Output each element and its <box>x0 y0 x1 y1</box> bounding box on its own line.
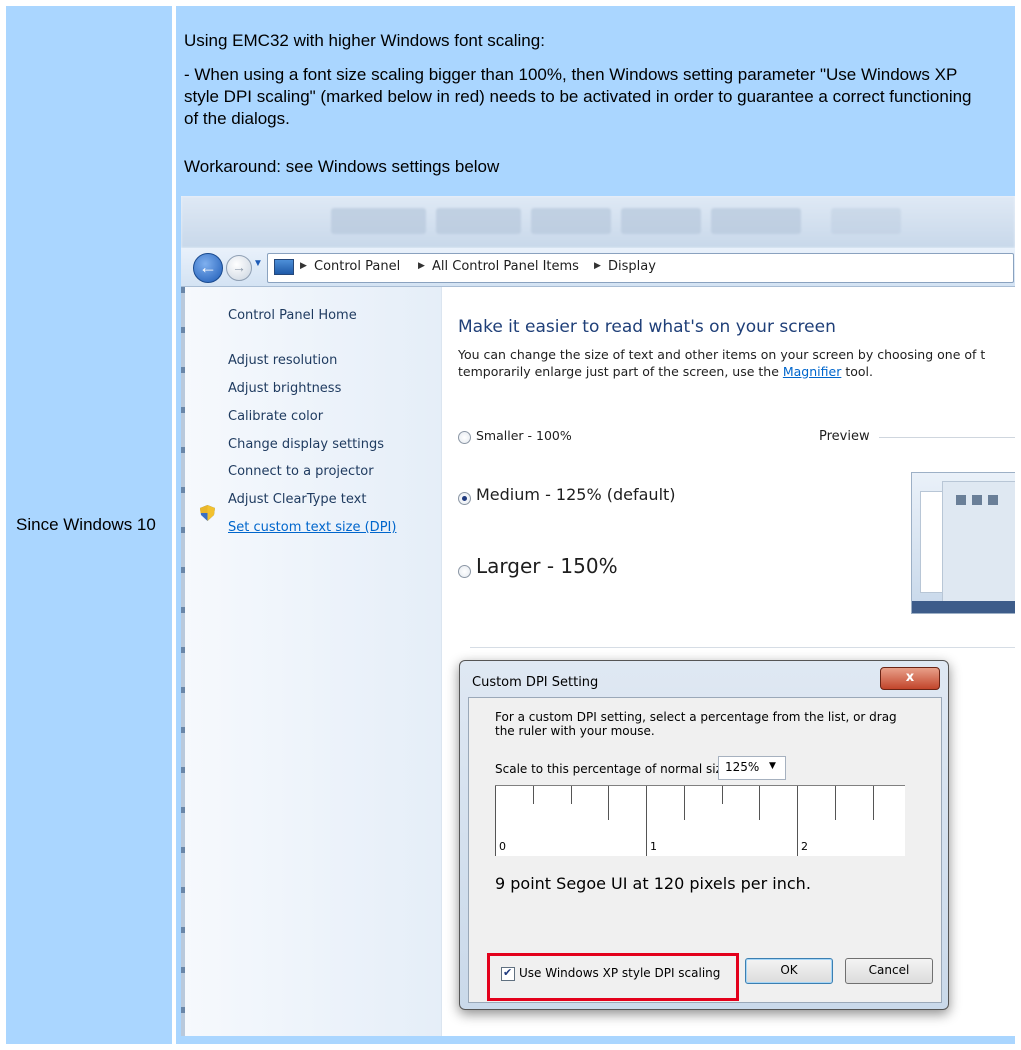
sidebar-item-adjust-cleartype[interactable]: Adjust ClearType text <box>228 492 366 507</box>
ruler-tick <box>722 786 723 804</box>
history-dropdown-icon[interactable]: ▼ <box>253 258 263 269</box>
radio-medium[interactable] <box>458 492 471 505</box>
dialog-title: Custom DPI Setting <box>472 675 599 690</box>
ruler-tick <box>759 786 760 820</box>
preview-divider <box>879 437 1015 438</box>
sidebar-item-adjust-resolution[interactable]: Adjust resolution <box>228 353 337 368</box>
dialog-body: For a custom DPI setting, select a perce… <box>468 697 942 1003</box>
sidebar-item-custom-dpi[interactable]: Set custom text size (DPI) <box>228 520 396 535</box>
ruler-number: 0 <box>499 840 506 853</box>
close-icon: x <box>905 670 915 685</box>
blurred-window-titlebar <box>181 196 1015 248</box>
desc-line-2-end: tool. <box>841 364 873 379</box>
sidebar-item-connect-projector[interactable]: Connect to a projector <box>228 464 374 479</box>
radio-smaller[interactable] <box>458 431 471 444</box>
note-body: - When using a font size scaling bigger … <box>184 65 972 128</box>
note-heading: Using EMC32 with higher Windows font sca… <box>184 31 545 50</box>
forward-button[interactable]: → <box>226 255 252 281</box>
breadcrumb-all-items[interactable]: All Control Panel Items <box>432 259 579 274</box>
ruler-number: 2 <box>801 840 808 853</box>
xp-dpi-scaling-label[interactable]: Use Windows XP style DPI scaling <box>519 966 720 980</box>
radio-medium-label[interactable]: Medium - 125% (default) <box>476 485 676 504</box>
note-workaround: Workaround: see Windows settings below <box>184 157 500 176</box>
desc-line-1: You can change the size of text and othe… <box>458 347 986 362</box>
ok-button[interactable]: OK <box>745 958 833 984</box>
ruler-tick <box>684 786 685 820</box>
cancel-button[interactable]: Cancel <box>845 958 933 984</box>
preview-image <box>911 472 1015 614</box>
desc-line-2: temporarily enlarge just part of the scr… <box>458 364 783 379</box>
radio-larger-label[interactable]: Larger - 150% <box>476 554 618 578</box>
ruler-tick <box>533 786 534 804</box>
forward-arrow-icon: → <box>232 259 246 275</box>
page-description: You can change the size of text and othe… <box>458 346 1015 380</box>
dialog-description: For a custom DPI setting, select a perce… <box>495 710 897 738</box>
ruler-tick <box>646 786 647 856</box>
custom-dpi-dialog: Custom DPI Setting x For a custom DPI se… <box>459 660 949 1010</box>
row-label-cell: Since Windows 10 <box>6 6 172 1044</box>
radio-smaller-label[interactable]: Smaller - 100% <box>476 428 572 443</box>
scale-label: Scale to this percentage of normal size: <box>495 762 734 776</box>
magnifier-link[interactable]: Magnifier <box>783 364 841 379</box>
checkmark-icon: ✔ <box>503 967 513 979</box>
ruler-tick <box>873 786 874 820</box>
font-info-text: 9 point Segoe UI at 120 pixels per inch. <box>495 874 811 893</box>
breadcrumb-control-panel[interactable]: Control Panel <box>314 259 400 274</box>
radio-larger[interactable] <box>458 565 471 578</box>
dialog-close-button[interactable]: x <box>880 667 940 690</box>
row-label: Since Windows 10 <box>16 515 156 534</box>
address-bar: ← → ▼ ▶ Control Panel ▶ All Control Pane… <box>181 248 1015 287</box>
sidebar-item-adjust-brightness[interactable]: Adjust brightness <box>228 381 341 396</box>
content-divider <box>470 647 1015 648</box>
ruler-number: 1 <box>650 840 657 853</box>
back-arrow-icon: ← <box>199 257 217 277</box>
ruler-tick <box>571 786 572 804</box>
breadcrumb-arrow-icon: ▶ <box>300 260 307 270</box>
window-edge <box>181 287 185 1036</box>
page-title: Make it easier to read what's on your sc… <box>458 317 836 337</box>
back-button[interactable]: ← <box>193 253 223 283</box>
dpi-ruler[interactable]: 0 1 2 <box>495 785 905 856</box>
breadcrumb-arrow-icon: ▶ <box>594 260 601 270</box>
sidebar-item-calibrate-color[interactable]: Calibrate color <box>228 409 323 424</box>
xp-dpi-scaling-checkbox[interactable]: ✔ <box>501 967 515 981</box>
ruler-tick <box>495 786 496 856</box>
ruler-tick <box>797 786 798 856</box>
ruler-tick <box>608 786 609 820</box>
scale-value: 125% <box>725 760 760 774</box>
display-icon <box>274 259 294 275</box>
scale-percentage-select[interactable]: 125% ▼ <box>718 756 786 780</box>
shield-icon <box>200 505 215 521</box>
sidebar: Control Panel Home Adjust resolution Adj… <box>181 287 442 1036</box>
breadcrumb-display[interactable]: Display <box>608 259 656 274</box>
chevron-down-icon: ▼ <box>769 761 776 771</box>
preview-label: Preview <box>819 429 870 444</box>
breadcrumb[interactable]: ▶ Control Panel ▶ All Control Panel Item… <box>267 253 1014 283</box>
breadcrumb-arrow-icon: ▶ <box>418 260 425 270</box>
sidebar-item-change-display-settings[interactable]: Change display settings <box>228 437 384 452</box>
ruler-tick <box>835 786 836 820</box>
display-settings-screenshot: ← → ▼ ▶ Control Panel ▶ All Control Pane… <box>181 196 1015 1036</box>
sidebar-item-control-panel-home[interactable]: Control Panel Home <box>228 308 357 323</box>
